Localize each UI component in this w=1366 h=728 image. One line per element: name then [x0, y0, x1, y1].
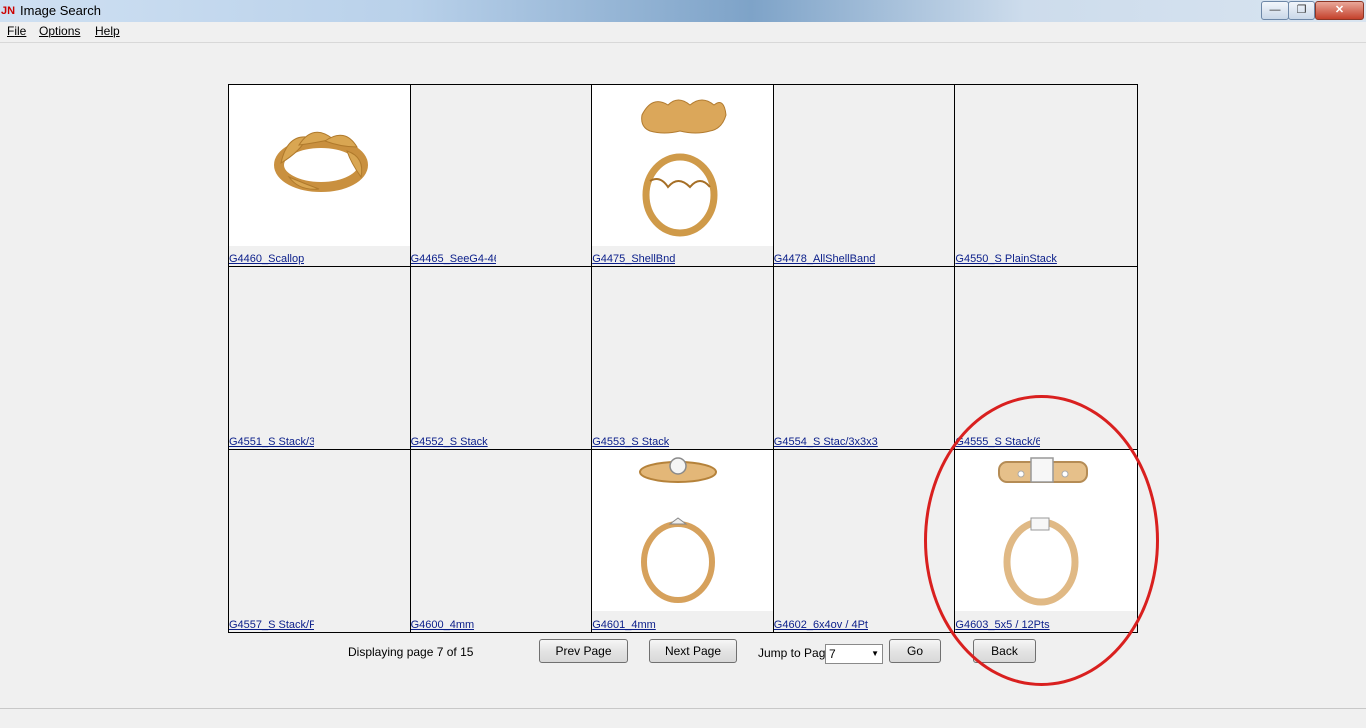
item-link[interactable]: G4601_4mm [592, 619, 656, 631]
ring-image[interactable] [592, 449, 773, 611]
item-link[interactable]: G4555_S Stack/6Pts [955, 436, 1040, 448]
item-link[interactable]: G4603_5x5 / 12Pts [955, 619, 1049, 631]
image-grid: G4460_Scallop G4465_SeeG4-460/D G4475_Sh… [228, 84, 1138, 633]
grid-cell: G4602_6x4ov / 4Pt [773, 449, 956, 632]
prev-page-button[interactable]: Prev Page [539, 639, 628, 663]
item-link[interactable]: G4552_S Stack [411, 436, 488, 448]
item-link[interactable]: G4550_S PlainStack [955, 253, 1057, 265]
minimize-button[interactable]: — [1261, 1, 1289, 20]
grid-cell: G4550_S PlainStack [955, 85, 1137, 268]
restore-button[interactable]: ❐ [1288, 1, 1315, 20]
grid-cell: G4553_S Stack [592, 267, 774, 450]
page-select[interactable]: 7 ▼ [825, 644, 883, 664]
grid-cell: G4475_ShellBnd [592, 85, 774, 268]
item-link[interactable]: G4602_6x4ov / 4Pt [774, 619, 868, 631]
grid-cell: G4465_SeeG4-460/D [410, 85, 593, 268]
item-link[interactable]: G4554_S Stac/3x3x3 [774, 436, 878, 448]
grid-cell: G4600_4mm [410, 449, 593, 632]
back-button[interactable]: Back [973, 639, 1036, 663]
item-link[interactable]: G4475_ShellBnd [592, 253, 675, 265]
menu-help[interactable]: Help [95, 24, 120, 38]
menu-file[interactable]: File [7, 24, 26, 38]
item-link[interactable]: G4553_S Stack [592, 436, 669, 448]
ring-image[interactable] [955, 449, 1137, 611]
item-link[interactable]: G4557_S Stack/Pl [229, 619, 314, 631]
grid-cell: G4552_S Stack [410, 267, 593, 450]
grid-cell: G4460_Scallop [229, 85, 411, 268]
jump-label: Jump to Page [758, 646, 833, 660]
grid-cell: G4478_AllShellBand [773, 85, 956, 268]
item-link[interactable]: G4600_4mm [411, 619, 475, 631]
item-link[interactable]: G4465_SeeG4-460/D [411, 253, 496, 265]
close-button[interactable]: ✕ [1315, 1, 1364, 20]
page-status: Displaying page 7 of 15 [348, 645, 474, 659]
menu-options[interactable]: Options [39, 24, 80, 38]
grid-cell: G4601_4mm [592, 449, 774, 632]
window-title: Image Search [20, 3, 101, 18]
app-logo-icon: JN [0, 5, 16, 17]
grid-cell: G4555_S Stack/6Pts [955, 267, 1137, 450]
status-bar-divider [0, 708, 1366, 709]
next-page-button[interactable]: Next Page [649, 639, 737, 663]
chevron-down-icon: ▼ [871, 649, 879, 658]
grid-cell: G4603_5x5 / 12Pts [955, 449, 1137, 632]
grid-cell: G4554_S Stac/3x3x3 [773, 267, 956, 450]
menu-bar: File Options Help [0, 22, 1366, 43]
title-bar: JN Image Search — ❐ ✕ [0, 0, 1366, 22]
go-button[interactable]: Go [889, 639, 941, 663]
page-select-value: 7 [829, 647, 836, 661]
item-link[interactable]: G4551_S Stack/3 [229, 436, 314, 448]
item-link[interactable]: G4460_Scallop [229, 253, 304, 265]
ring-image[interactable] [592, 85, 773, 246]
grid-cell: G4557_S Stack/Pl [229, 449, 411, 632]
ring-image[interactable] [229, 85, 410, 246]
item-link[interactable]: G4478_AllShellBand [774, 253, 876, 265]
grid-cell: G4551_S Stack/3 [229, 267, 411, 450]
